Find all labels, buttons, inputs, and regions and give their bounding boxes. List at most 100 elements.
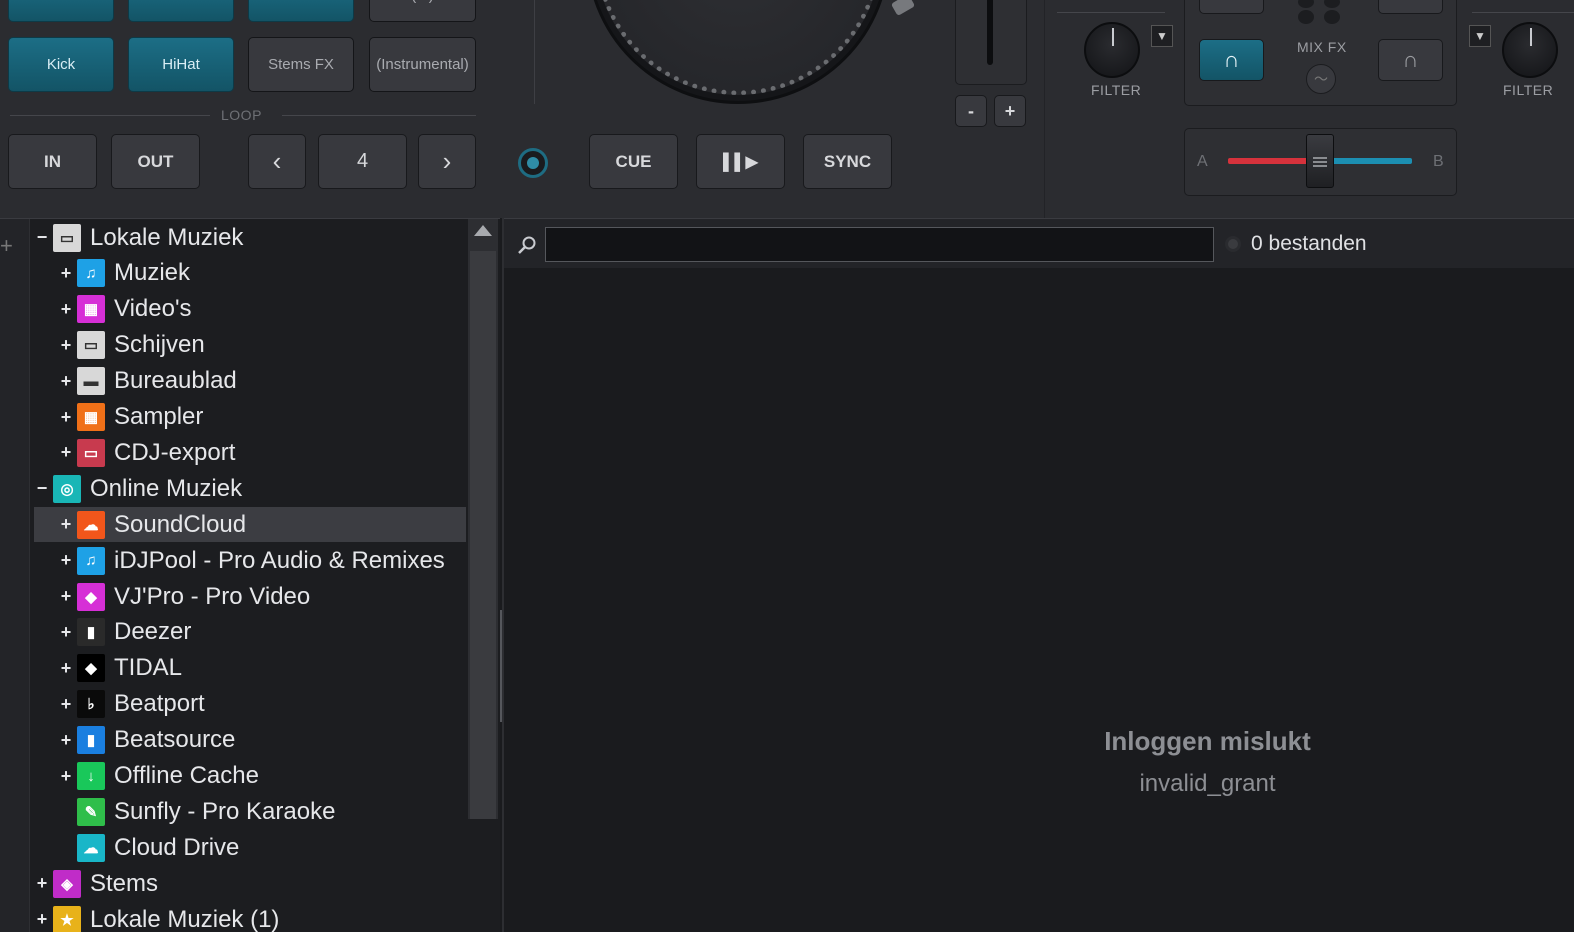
loop-halve-button[interactable]: ‹: [248, 134, 306, 189]
pad-top-1[interactable]: [8, 0, 114, 22]
expand-icon[interactable]: +: [59, 730, 73, 751]
tree-item[interactable]: + ▦ Sampler: [34, 400, 466, 435]
expand-icon[interactable]: +: [59, 694, 73, 715]
scroll-up-icon[interactable]: [474, 225, 492, 236]
filter-left-divider: [1057, 12, 1165, 13]
loop-out-button[interactable]: OUT: [111, 134, 200, 189]
chevron-left-icon: ‹: [272, 146, 282, 176]
scroll-thumb[interactable]: [470, 251, 496, 819]
pitch-slider[interactable]: [987, 0, 993, 65]
pad-top-3[interactable]: [248, 0, 354, 22]
filter-left-dropdown[interactable]: ▼: [1151, 25, 1173, 47]
expand-icon[interactable]: +: [59, 550, 73, 571]
expand-icon[interactable]: +: [59, 299, 73, 320]
loop-in-button[interactable]: IN: [8, 134, 97, 189]
filter-right-divider: [1472, 12, 1574, 13]
tree-item[interactable]: + ↓ Offline Cache: [34, 759, 466, 794]
tree-item[interactable]: − ▭ Lokale Muziek: [34, 220, 466, 255]
headphone-cue-left-button[interactable]: ∩: [1199, 39, 1264, 81]
monitor-icon: ▭: [53, 223, 81, 252]
pitch-minus-button[interactable]: -: [955, 95, 987, 127]
search-input[interactable]: [545, 227, 1214, 262]
tree-item[interactable]: + ☁ SoundCloud: [34, 507, 466, 543]
expand-icon[interactable]: +: [59, 442, 73, 463]
tree-item[interactable]: + ▮ Deezer: [34, 615, 466, 650]
tree-item-label: Video's: [114, 295, 192, 323]
headphone-cue-right-button[interactable]: ∩: [1378, 39, 1443, 81]
crossfader-handle[interactable]: [1306, 134, 1334, 188]
filter-right-knob[interactable]: [1502, 22, 1558, 78]
pitch-minus-label: -: [968, 100, 974, 121]
tree-item[interactable]: + ▮ Beatsource: [34, 723, 466, 758]
tree-item[interactable]: + ◈ Stems: [34, 866, 466, 901]
login-error-message: invalid_grant: [1139, 770, 1276, 797]
sync-target-icon[interactable]: [518, 148, 548, 178]
tree-item[interactable]: + ◆ VJ'Pro - Pro Video: [34, 579, 466, 614]
crossfader-b-label: B: [1433, 153, 1445, 170]
collapse-icon[interactable]: −: [35, 227, 49, 248]
mixfx-wave-icon[interactable]: 〜: [1306, 64, 1336, 94]
tree-item-label: VJ'Pro - Pro Video: [114, 582, 311, 610]
expand-icon[interactable]: +: [59, 371, 73, 392]
filter-left-knob[interactable]: [1084, 22, 1140, 78]
expand-icon[interactable]: +: [35, 873, 49, 894]
tree-item[interactable]: + ♭ Beatport: [34, 687, 466, 722]
tree-item[interactable]: + ▦ Video's: [34, 292, 466, 327]
loop-size-display[interactable]: 4: [318, 134, 407, 189]
tree-item[interactable]: ☁ Cloud Drive: [34, 830, 466, 865]
add-icon[interactable]: +: [0, 233, 13, 259]
loop-double-button[interactable]: ›: [418, 134, 476, 189]
tree-item[interactable]: + ♫ iDJPool - Pro Audio & Remixes: [34, 543, 466, 578]
expand-icon[interactable]: +: [59, 407, 73, 428]
pad-top-4-label: (...): [411, 0, 434, 4]
collapse-icon[interactable]: −: [35, 478, 49, 499]
expand-icon[interactable]: +: [59, 335, 73, 356]
play-pause-button[interactable]: ▌▌▶: [696, 134, 785, 189]
tree-item[interactable]: + ▭ CDJ-export: [34, 435, 466, 470]
expand-icon[interactable]: +: [59, 622, 73, 643]
expand-icon[interactable]: +: [59, 263, 73, 284]
mixer-top-right-button[interactable]: [1378, 0, 1443, 14]
tree-item[interactable]: + ◆ TIDAL: [34, 651, 466, 686]
tree-scrollbar[interactable]: [468, 219, 498, 819]
pad-stems-fx[interactable]: Stems FX: [248, 37, 354, 92]
tree-item[interactable]: + ★ Lokale Muziek (1): [34, 902, 466, 932]
pad-instrumental[interactable]: (Instrumental): [369, 37, 476, 92]
tree-item[interactable]: + ♫ Muziek: [34, 256, 466, 291]
pitch-plus-button[interactable]: +: [994, 95, 1026, 127]
status-dot-icon: [1225, 236, 1241, 252]
filter-right-dropdown[interactable]: ▼: [1469, 25, 1491, 47]
tree-item[interactable]: ✎ Sunfly - Pro Karaoke: [34, 794, 466, 829]
tree-item-label: Schijven: [114, 331, 205, 359]
virtualdj-window: (...) Kick HiHat Stems FX (Instrumental)…: [0, 0, 1574, 932]
tree-item-label: Sampler: [114, 403, 204, 430]
expand-icon[interactable]: +: [59, 658, 73, 679]
expand-icon[interactable]: +: [59, 766, 73, 787]
sync-button[interactable]: SYNC: [803, 134, 892, 189]
mixer-top-left-button[interactable]: [1199, 0, 1264, 14]
caret-down-icon: ▼: [1156, 29, 1168, 43]
search-icon[interactable]: [517, 235, 537, 255]
pad-hihat[interactable]: HiHat: [128, 37, 234, 92]
pad-stems-fx-label: Stems FX: [268, 56, 334, 73]
expand-icon[interactable]: +: [59, 586, 73, 607]
pad-kick[interactable]: Kick: [8, 37, 114, 92]
deezer-icon: ▮: [77, 618, 105, 647]
pad-top-2[interactable]: [128, 0, 234, 22]
microphone-icon: ✎: [77, 797, 105, 826]
expand-icon[interactable]: +: [59, 514, 73, 535]
tree-item[interactable]: − ◎ Online Muziek: [34, 471, 466, 506]
loop-divider-right: [282, 115, 476, 116]
pitch-plus-label: +: [1004, 100, 1016, 121]
tree-item[interactable]: + ▬ Bureaublad: [34, 364, 466, 399]
cue-button[interactable]: CUE: [589, 134, 678, 189]
tree-item-label: Cloud Drive: [114, 833, 240, 861]
headphones-icon: ∩: [1223, 47, 1240, 72]
jog-wheel[interactable]: [586, 0, 890, 104]
expand-icon[interactable]: +: [35, 909, 49, 930]
headphones-icon: ∩: [1402, 47, 1419, 72]
tree-item[interactable]: + ▭ Schijven: [34, 328, 466, 363]
usb-icon: ▭: [77, 438, 105, 467]
deck-separator: [534, 0, 535, 104]
pad-top-4[interactable]: (...): [369, 0, 476, 22]
